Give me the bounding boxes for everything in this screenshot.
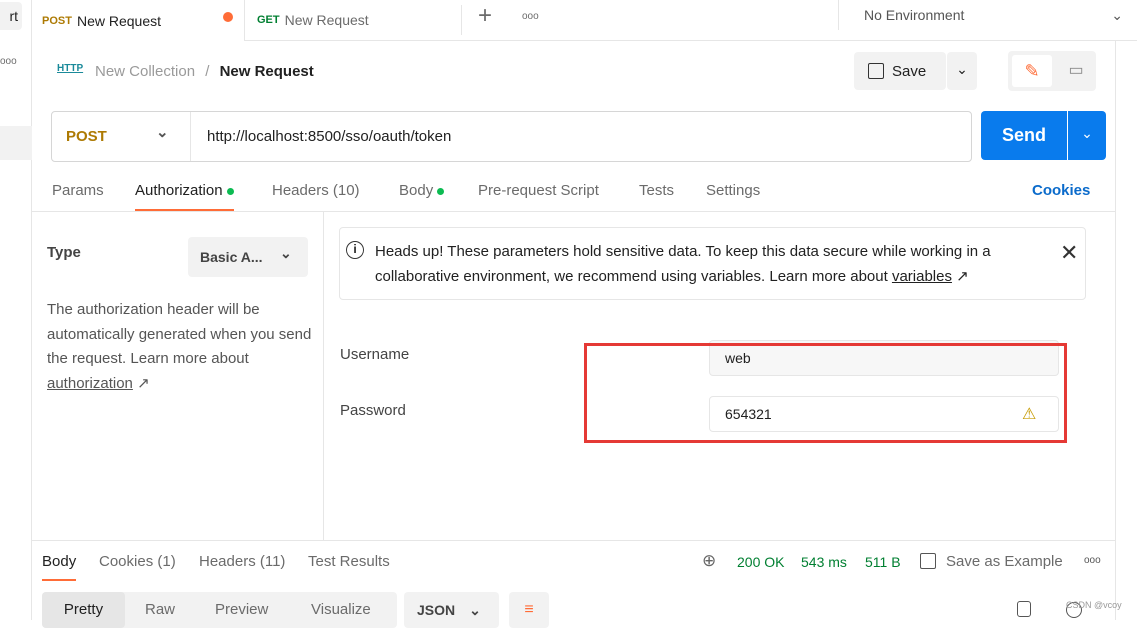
url-bar: POST ⌄ http://localhost:8500/sso/oauth/t… (51, 111, 972, 162)
environment-select[interactable]: No Environment ⌄ (838, 0, 1137, 30)
send-button[interactable]: Send (981, 111, 1067, 160)
resp-tab-test-results[interactable]: Test Results (308, 553, 390, 570)
copy-icon[interactable] (1017, 601, 1031, 617)
wrap-lines-button[interactable]: ≡ (509, 592, 549, 628)
watermark: CSDN @vcoy (1066, 600, 1122, 610)
url-input[interactable]: http://localhost:8500/sso/oauth/token (207, 112, 451, 161)
tab-bar: POST New Request GET New Request + ooo N… (32, 0, 1137, 41)
info-icon: i (346, 241, 364, 259)
save-options-button[interactable]: ⌄ (947, 52, 977, 90)
auth-type-value: Basic A... (200, 249, 263, 265)
view-tab-pretty[interactable]: Pretty (42, 592, 125, 628)
resp-tab-body[interactable]: Body (42, 553, 77, 581)
resp-tab-headers[interactable]: Headers (11) (199, 553, 285, 570)
view-tab-visualize[interactable]: Visualize (311, 601, 371, 618)
tab-body[interactable]: Body (399, 182, 445, 199)
edit-pencil-icon[interactable]: ✎ (1012, 55, 1052, 87)
auth-description: The authorization header will be automat… (47, 298, 312, 396)
globe-icon: ⊕ (702, 551, 717, 570)
mode-toggle: ✎ ▭ (1008, 51, 1096, 91)
type-label: Type (47, 244, 81, 261)
banner-text: Heads up! These parameters hold sensitiv… (375, 239, 1045, 289)
view-tab-preview[interactable]: Preview (215, 601, 268, 618)
active-dot-icon (437, 187, 445, 195)
tab-post-new-request[interactable]: POST New Request (32, 0, 245, 41)
sidebar-selected (0, 126, 32, 160)
highlight-box (584, 343, 1067, 443)
tab-headers[interactable]: Headers (10) (272, 182, 360, 199)
close-icon[interactable]: ✕ (1060, 240, 1078, 266)
new-tab-plus-icon[interactable]: + (478, 2, 492, 30)
tab-method: POST (42, 14, 72, 27)
tab-label: New Request (76, 12, 161, 29)
save-icon (868, 63, 884, 79)
save-button[interactable]: Save (854, 52, 946, 90)
save-as-example-button[interactable]: Save as Example (946, 553, 1063, 570)
password-label: Password (340, 402, 406, 419)
status-code[interactable]: 200 OK (737, 554, 784, 570)
format-value: JSON (417, 602, 456, 618)
external-link-icon: ↗ (137, 374, 150, 392)
resp-tab-cookies[interactable]: Cookies (1) (99, 553, 176, 570)
tab-params[interactable]: Params (52, 182, 104, 199)
format-select[interactable]: JSON ⌄ (404, 592, 499, 628)
unsaved-dot-icon (223, 12, 233, 22)
tab-label: New Request (284, 12, 369, 28)
authorization-link[interactable]: authorization (47, 375, 133, 392)
http-icon: HTTP (57, 63, 84, 74)
tab-label: Body (399, 182, 434, 199)
breadcrumb-request[interactable]: New Request (220, 63, 314, 80)
response-time[interactable]: 543 ms (801, 554, 847, 570)
chevron-down-icon: ⌄ (469, 602, 481, 618)
variables-link[interactable]: variables (892, 268, 952, 285)
breadcrumb: New Collection / New Request (95, 63, 314, 80)
auth-type-select[interactable]: Basic A... ⌄ (188, 237, 308, 277)
external-link-icon: ↗ (956, 268, 969, 285)
breadcrumb-separator: / (205, 63, 210, 80)
environment-label: No Environment (864, 7, 965, 23)
auth-description-text: The authorization header will be automat… (47, 301, 312, 367)
method-label: POST (66, 128, 107, 145)
auth-left-panel: Type Basic A... ⌄ The authorization head… (32, 212, 324, 540)
tab-authorization[interactable]: Authorization (135, 182, 234, 211)
sensitive-data-banner: i Heads up! These parameters hold sensit… (339, 227, 1086, 300)
tab-method: GET (257, 14, 280, 26)
tab-settings[interactable]: Settings (706, 182, 760, 199)
send-options-button[interactable]: ⌄ (1068, 111, 1106, 160)
response-size[interactable]: 511 B (865, 554, 901, 570)
chevron-down-icon: ⌄ (1111, 7, 1123, 23)
tab-get-new-request[interactable]: GET New Request (257, 5, 462, 35)
chevron-down-icon: ⌄ (156, 124, 169, 141)
method-select[interactable]: POST ⌄ (52, 112, 191, 161)
comments-icon[interactable]: ▭ (1062, 57, 1090, 85)
username-label: Username (340, 346, 410, 363)
tab-pre-request-script[interactable]: Pre-request Script (478, 182, 599, 199)
chevron-down-icon: ⌄ (280, 245, 292, 261)
view-tab-raw[interactable]: Raw (145, 601, 175, 618)
save-icon (920, 553, 936, 569)
active-dot-icon (226, 187, 234, 195)
cookies-link[interactable]: Cookies (1032, 182, 1090, 199)
right-panel-divider (1115, 41, 1116, 620)
view-tabs: Pretty Raw Preview Visualize (42, 592, 397, 628)
more-icon[interactable]: ooo (0, 56, 17, 67)
sidebar-strip: rt ooo (0, 0, 32, 620)
import-button[interactable]: rt (0, 2, 22, 30)
tabs-more-icon[interactable]: ooo (522, 11, 539, 22)
response-bar: Body Cookies (1) Headers (11) Test Resul… (32, 540, 1115, 581)
tab-label: Authorization (135, 182, 223, 199)
tab-tests[interactable]: Tests (639, 182, 674, 199)
more-icon[interactable]: ooo (1084, 555, 1101, 566)
request-tabs: Params Authorization Headers (10) Body P… (32, 170, 1115, 212)
save-label: Save (892, 62, 927, 80)
breadcrumb-collection[interactable]: New Collection (95, 63, 195, 80)
